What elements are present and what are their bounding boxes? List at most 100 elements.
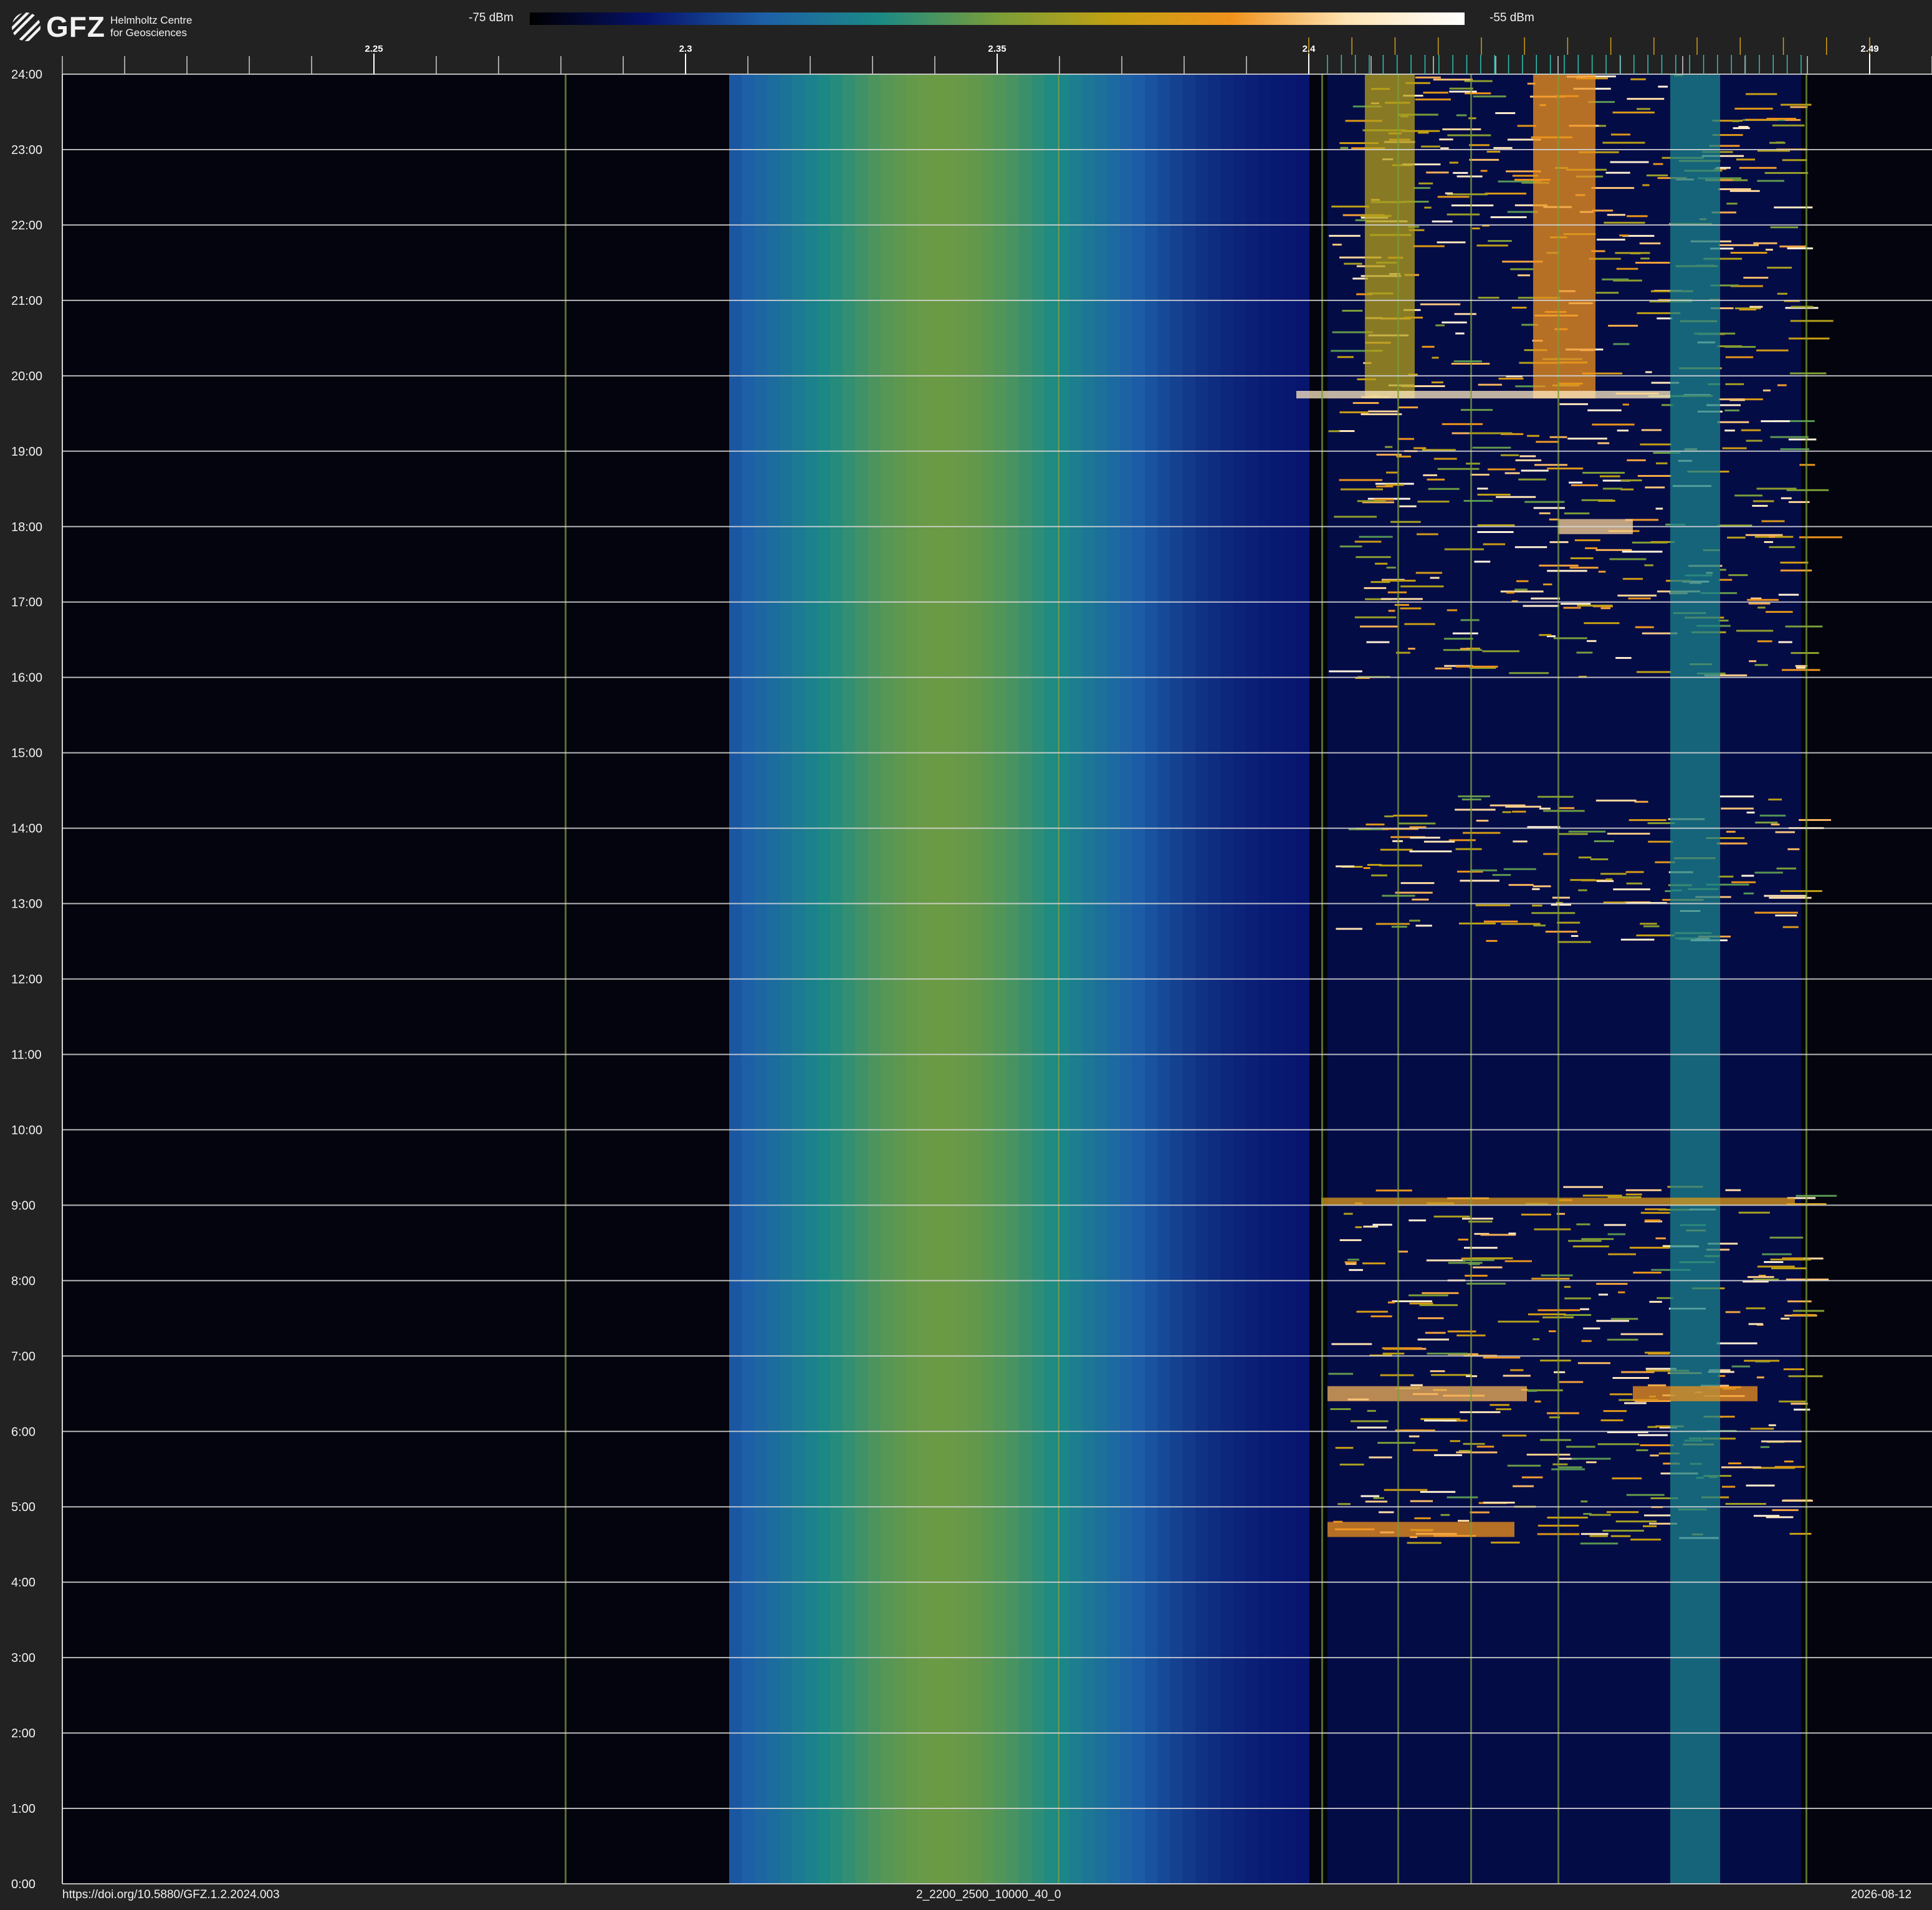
wifi-burst [1587, 640, 1597, 642]
wifi-burst [1412, 1449, 1438, 1451]
wifi-burst [1607, 832, 1650, 835]
wifi-burst [1433, 1216, 1470, 1218]
wifi-burst [1754, 871, 1783, 874]
wifi-burst [1449, 87, 1473, 90]
wifi-burst [1594, 840, 1614, 842]
wifi-burst [1602, 1530, 1644, 1532]
wifi-burst [1415, 924, 1432, 927]
wifi-burst [1719, 795, 1754, 798]
wifi-burst [1778, 593, 1799, 596]
wifi-burst [1444, 548, 1484, 550]
y-tick-label: 15:00 [11, 747, 42, 761]
wifi-burst [1367, 863, 1382, 866]
wifi-burst [1432, 357, 1439, 359]
wifi-burst [1483, 1501, 1515, 1504]
wifi-burst [1799, 818, 1832, 821]
wifi-burst [1761, 420, 1790, 423]
wifi-burst [1339, 1239, 1362, 1241]
wifi-burst [1577, 1362, 1610, 1365]
wifi-burst [1533, 885, 1551, 888]
wifi-burst [1461, 1217, 1493, 1220]
wifi-burst [1532, 888, 1540, 890]
wifi-burst [1492, 874, 1511, 876]
wifi-burst [1762, 1253, 1792, 1255]
wifi-burst [1496, 1408, 1511, 1411]
wifi-burst [1595, 549, 1632, 551]
wifi-burst [1386, 567, 1396, 569]
wifi-burst [1724, 430, 1735, 432]
y-tick-label: 16:00 [11, 671, 42, 685]
wifi-burst [1790, 106, 1808, 108]
colorbar-max-label: -55 dBm [1490, 11, 1534, 24]
wifi-burst [1380, 1374, 1414, 1376]
wifi-burst [1728, 1462, 1741, 1465]
wifi-burst [1451, 432, 1470, 434]
wifi-burst [1608, 325, 1638, 327]
wifi-burst [1384, 1348, 1397, 1350]
wifi-burst [1413, 245, 1445, 247]
doi-link[interactable]: https://doi.org/10.5880/GFZ.1.2.2024.003 [62, 1888, 280, 1903]
wifi-burst [1456, 175, 1483, 178]
wifi-burst [1581, 1500, 1588, 1503]
wifi-burst [1355, 219, 1367, 221]
wifi-burst [1339, 1463, 1364, 1466]
y-tick-label: 22:00 [11, 219, 42, 233]
wifi-burst [1759, 814, 1786, 817]
wifi-burst [1376, 485, 1394, 487]
wifi-burst [1658, 85, 1668, 88]
wifi-burst [1408, 1219, 1427, 1222]
wifi-burst [1580, 1542, 1619, 1545]
wifi-burst [1482, 650, 1520, 653]
wifi-burst [1408, 1294, 1448, 1297]
wifi-burst [1739, 309, 1756, 311]
wifi-burst [1567, 1240, 1602, 1242]
wifi-burst [1431, 381, 1443, 383]
wifi-burst [1537, 795, 1574, 798]
wifi-burst [1615, 252, 1650, 254]
wifi-burst [1339, 411, 1369, 413]
wifi-burst [1518, 478, 1546, 481]
wifi-burst [1584, 622, 1620, 625]
wifi-burst [1362, 1262, 1385, 1265]
wifi-burst [1741, 429, 1761, 431]
wifi-burst [1769, 896, 1812, 899]
wifi-burst [1349, 1269, 1363, 1271]
wifi-burst [1645, 1219, 1661, 1222]
wifi-burst [1768, 1424, 1776, 1426]
wifi-burst [1361, 1495, 1380, 1497]
wifi-burst [1557, 941, 1591, 943]
wifi-burst [1498, 377, 1524, 380]
wifi-burst [1455, 848, 1482, 850]
wifi-burst [1743, 277, 1769, 279]
wifi-burst [1554, 1371, 1566, 1373]
wifi-burst [1407, 1542, 1442, 1544]
wifi-burst [1382, 1352, 1405, 1355]
wifi-burst [1330, 1408, 1351, 1410]
wifi-burst [1409, 850, 1452, 853]
wifi-burst [1772, 1509, 1799, 1512]
wifi-burst [1395, 891, 1433, 894]
wifi-burst [1724, 409, 1739, 411]
y-tick-label: 17:00 [11, 596, 42, 610]
wifi-burst [1602, 278, 1629, 281]
wifi-burst [1423, 92, 1448, 94]
wifi-burst [1760, 1446, 1770, 1448]
wifi-burst [1558, 833, 1588, 835]
wifi-burst [1357, 1426, 1387, 1429]
wifi-burst [1571, 934, 1579, 937]
wifi-burst [1782, 159, 1807, 161]
wifi-burst [1468, 117, 1476, 120]
wifi-burst [1460, 1411, 1501, 1413]
wifi-burst [1384, 1489, 1428, 1491]
wifi-burst [1796, 1194, 1837, 1197]
wifi-burst [1456, 114, 1467, 117]
wifi-burst [1634, 800, 1648, 803]
wifi-burst [1512, 810, 1526, 813]
wifi-burst [1375, 923, 1410, 925]
wifi-burst [1514, 546, 1547, 549]
wifi-burst [1375, 562, 1388, 565]
wifi-burst [1581, 1340, 1592, 1342]
wifi-burst [1769, 142, 1786, 144]
wifi-burst [1635, 626, 1654, 628]
wifi-burst [1794, 1408, 1810, 1411]
